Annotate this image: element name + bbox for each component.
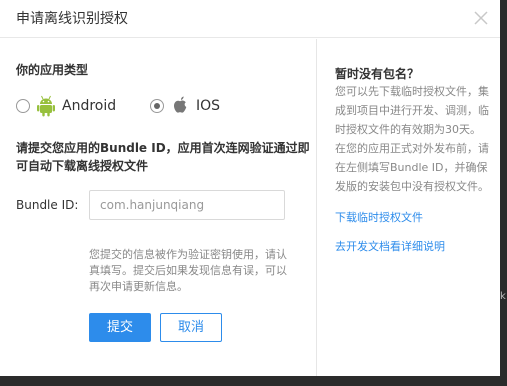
form-panel: 你的应用类型 Android IOS 请提交您应用的Bundle ID，应用首次… bbox=[0, 39, 316, 376]
help-panel: 暂时没有包名？ 您可以先下载临时授权文件，集成到项目中进行开发、调测，临时授权文… bbox=[317, 39, 500, 376]
ios-option[interactable]: IOS bbox=[150, 95, 220, 117]
developer-docs-link[interactable]: 去开发文档看详细说明 bbox=[335, 240, 445, 254]
backdrop-right bbox=[500, 0, 507, 386]
backdrop-bottom bbox=[0, 376, 507, 386]
help-title: 暂时没有包名？ bbox=[335, 67, 420, 81]
cancel-button[interactable]: 取消 bbox=[160, 313, 222, 342]
bundle-id-label: Bundle ID: bbox=[16, 198, 79, 212]
bundle-id-notice: 请提交您应用的Bundle ID，应用首次连网验证通过即可自动下载离线授权文件 bbox=[16, 141, 310, 173]
android-radio[interactable] bbox=[16, 99, 30, 113]
download-temp-license-link[interactable]: 下载临时授权文件 bbox=[335, 211, 423, 225]
ios-label: IOS bbox=[196, 98, 221, 114]
android-icon bbox=[37, 95, 55, 117]
backdrop-text: k bbox=[500, 291, 506, 302]
bundle-id-hint: 您提交的信息被作为验证密钥使用，请认真填写。提交后如果发现信息有误，可以再次申请… bbox=[89, 248, 287, 293]
close-button[interactable] bbox=[470, 7, 492, 29]
submit-button[interactable]: 提交 bbox=[89, 313, 151, 342]
help-body: 您可以先下载临时授权文件，集成到项目中进行开发、调测，临时授权文件的有效期为30… bbox=[335, 85, 489, 193]
app-type-label: 你的应用类型 bbox=[16, 63, 89, 77]
apple-icon bbox=[173, 96, 187, 113]
dialog-title: 申请离线识别授权 bbox=[16, 11, 128, 27]
dialog-header: 申请离线识别授权 bbox=[0, 0, 500, 38]
close-icon bbox=[474, 11, 488, 25]
android-label: Android bbox=[62, 98, 117, 114]
ios-radio[interactable] bbox=[150, 99, 164, 113]
android-option[interactable]: Android bbox=[16, 95, 116, 117]
offline-auth-dialog: 申请离线识别授权 你的应用类型 Android IOS 请提交您应用的Bundl… bbox=[0, 0, 500, 376]
bundle-id-input[interactable]: com.hanjunqiang bbox=[89, 190, 285, 220]
